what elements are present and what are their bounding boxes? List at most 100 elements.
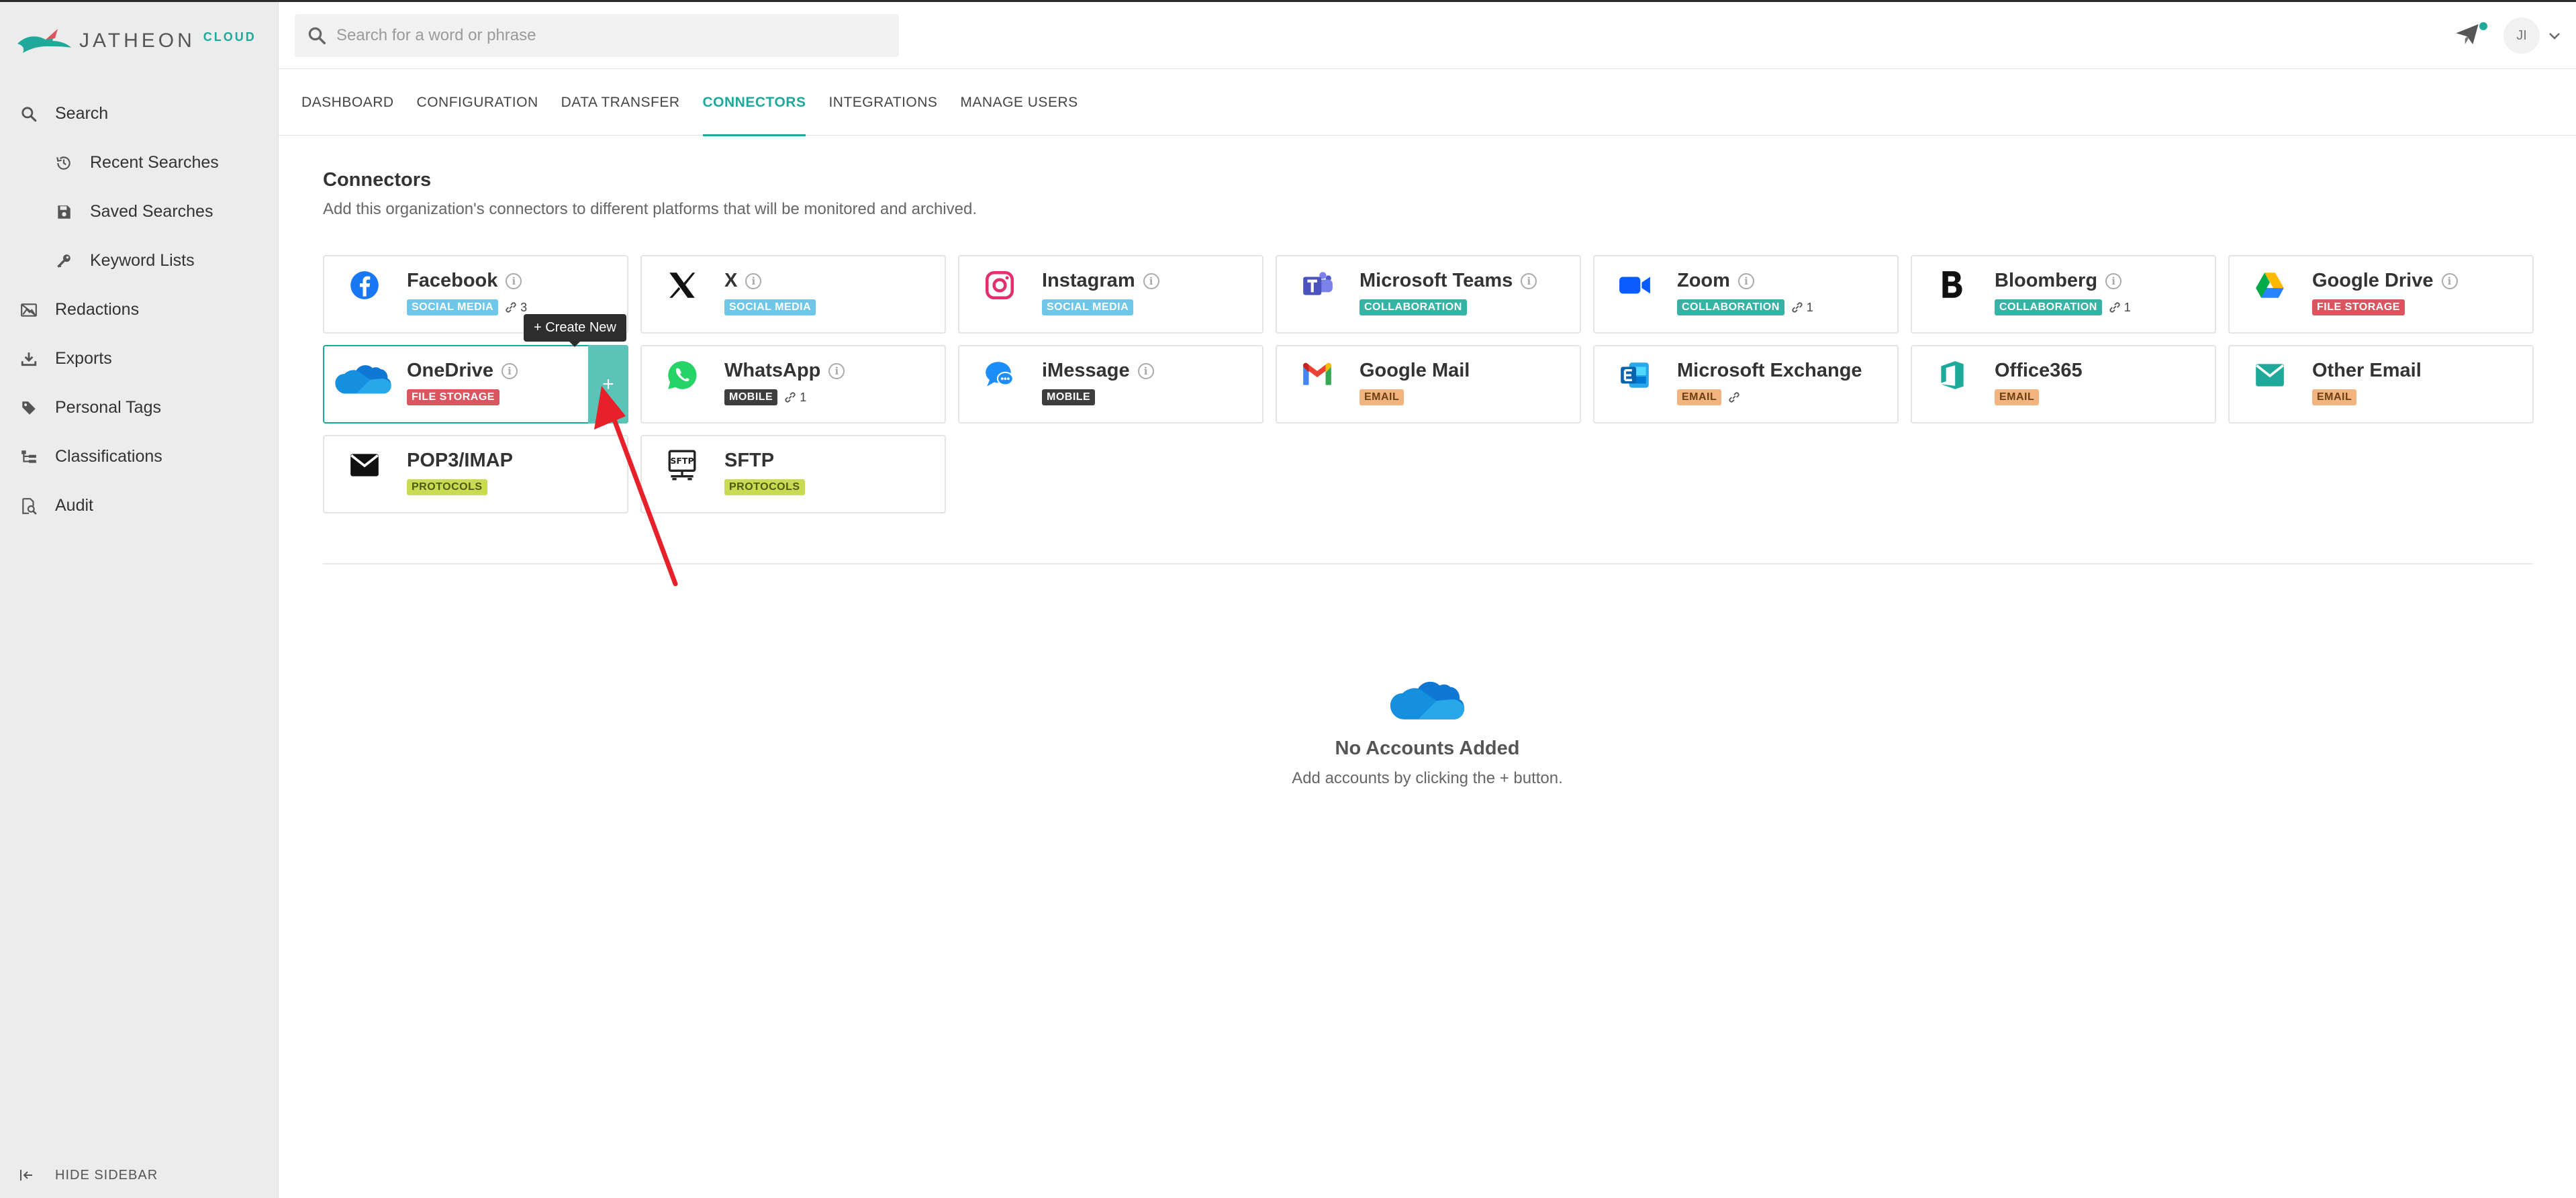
sidebar-item-redactions[interactable]: Redactions — [0, 285, 279, 334]
info-icon[interactable]: i — [1521, 272, 1537, 289]
sidebar-item-label: Search — [55, 104, 109, 123]
info-icon[interactable]: i — [1143, 272, 1159, 289]
key-icon — [54, 251, 74, 271]
empty-state-subtitle: Add accounts by clicking the + button. — [1292, 769, 1563, 787]
connector-card-google-drive[interactable]: Google Drive i FILE STORAGE — [2228, 255, 2534, 334]
chevron-down-icon[interactable] — [2546, 28, 2563, 44]
audit-icon — [19, 496, 39, 516]
sidebar-item-audit[interactable]: Audit — [0, 481, 279, 530]
info-icon[interactable]: i — [501, 362, 518, 379]
category-badge: FILE STORAGE — [2312, 299, 2405, 315]
user-avatar[interactable]: JI — [2503, 17, 2540, 54]
svg-text:SFTP: SFTP — [670, 456, 694, 466]
search-input[interactable] — [336, 26, 887, 45]
tab-manage-users[interactable]: MANAGE USERS — [960, 70, 1078, 136]
info-icon[interactable]: i — [828, 362, 845, 379]
category-badge: PROTOCOLS — [407, 479, 487, 495]
sidebar-item-label: Keyword Lists — [90, 251, 195, 270]
sidebar-item-label: Personal Tags — [55, 398, 161, 417]
tab-integrations[interactable]: INTEGRATIONS — [828, 70, 937, 136]
connector-card-imessage[interactable]: iMessage i MOBILE — [958, 345, 1263, 423]
connector-card-x[interactable]: Xi SOCIAL MEDIA — [640, 255, 946, 334]
create-new-tooltip: + Create New — [524, 314, 626, 347]
link-icon — [1792, 302, 1803, 313]
connector-card-pop3-imap[interactable]: POP3/IMAP PROTOCOLS — [323, 435, 628, 513]
info-icon[interactable]: i — [2105, 272, 2122, 289]
category-badge: MOBILE — [1042, 389, 1096, 405]
category-badge: COLLABORATION — [1677, 299, 1784, 315]
category-badge: SOCIAL MEDIA — [724, 299, 816, 315]
hide-sidebar-button[interactable]: HIDE SIDEBAR — [19, 1167, 158, 1183]
envelope-icon — [350, 454, 379, 477]
tab-configuration[interactable]: CONFIGURATION — [417, 70, 538, 136]
sidebar-item-exports[interactable]: Exports — [0, 334, 279, 383]
exchange-icon — [1621, 362, 1649, 388]
sidebar-item-saved-searches[interactable]: Saved Searches — [0, 187, 279, 236]
category-badge: FILE STORAGE — [407, 389, 499, 405]
linked-accounts-count: 1 — [783, 390, 806, 405]
connector-card-sftp[interactable]: SFTP SFTP PROTOCOLS — [640, 435, 946, 513]
redaction-icon — [19, 300, 39, 320]
category-badge: EMAIL — [1677, 389, 1722, 405]
connector-name: OneDrive — [407, 360, 493, 381]
section-divider — [323, 563, 2533, 564]
save-icon — [54, 202, 74, 222]
classification-icon — [19, 447, 39, 467]
whatsapp-icon — [668, 361, 697, 389]
app-logo[interactable]: JATHEON CLOUD — [16, 21, 256, 61]
info-icon[interactable]: i — [1737, 272, 1754, 289]
connector-name: Google Drive — [2312, 270, 2434, 291]
connector-grid: Facebook i SOCIAL MEDIA 3 Xi SOCIAL MEDIA … — [323, 255, 2534, 513]
category-badge: SOCIAL MEDIA — [1042, 299, 1134, 315]
link-count-value: 1 — [1806, 300, 1813, 314]
connector-card-office365[interactable]: Office365 EMAIL — [1911, 345, 2216, 423]
info-icon[interactable]: i — [506, 272, 522, 289]
tab-data-transfer[interactable]: DATA TRANSFER — [561, 70, 680, 136]
hide-sidebar-label: HIDE SIDEBAR — [55, 1167, 158, 1183]
global-search[interactable] — [295, 14, 899, 57]
add-account-button[interactable]: + — [588, 345, 628, 423]
sidebar-item-personal-tags[interactable]: Personal Tags — [0, 383, 279, 432]
category-badge: PROTOCOLS — [724, 479, 805, 495]
sidebar-item-classifications[interactable]: Classifications — [0, 432, 279, 481]
imessage-icon — [986, 362, 1014, 387]
connector-card-google-mail[interactable]: Google Mail EMAIL — [1276, 345, 1581, 423]
sftp-icon: SFTP — [668, 450, 696, 481]
category-badge: EMAIL — [1359, 389, 1404, 405]
linked-accounts-indicator — [1727, 390, 1744, 405]
sidebar-item-label: Audit — [55, 496, 93, 515]
sidebar-item-keyword-lists[interactable]: Keyword Lists — [0, 236, 279, 285]
tab-dashboard[interactable]: DASHBOARD — [301, 70, 394, 136]
email-icon — [2256, 364, 2284, 387]
info-icon[interactable]: i — [2441, 272, 2458, 289]
sidebar-item-search[interactable]: Search — [0, 89, 279, 138]
sidebar-item-recent-searches[interactable]: Recent Searches — [0, 138, 279, 187]
connector-card-other-email[interactable]: Other Email EMAIL — [2228, 345, 2534, 423]
facebook-icon — [350, 271, 379, 299]
tab-connectors[interactable]: CONNECTORS — [702, 70, 806, 136]
category-badge: SOCIAL MEDIA — [407, 299, 499, 315]
search-icon — [308, 27, 326, 44]
connector-card-microsoft-exchange[interactable]: Microsoft Exchange EMAIL — [1593, 345, 1899, 423]
search-icon — [19, 104, 39, 124]
connector-card-microsoft-teams[interactable]: Microsoft Teams i COLLABORATION — [1276, 255, 1581, 334]
connector-card-instagram[interactable]: Instagram i SOCIAL MEDIA — [958, 255, 1263, 334]
connector-card-bloomberg[interactable]: Bloomberg i COLLABORATION 1 — [1911, 255, 2216, 334]
info-icon[interactable]: i — [745, 272, 762, 289]
link-icon — [1729, 392, 1739, 403]
sidebar: JATHEON CLOUD Search Recent Searches Sav… — [0, 2, 279, 1198]
google-drive-icon — [2256, 272, 2284, 298]
connector-name: Microsoft Teams — [1359, 270, 1513, 291]
category-badge: EMAIL — [1995, 389, 2040, 405]
connector-name: POP3/IMAP — [407, 450, 513, 471]
connector-card-zoom[interactable]: Zoom i COLLABORATION 1 — [1593, 255, 1899, 334]
connector-card-onedrive[interactable]: OneDrive i FILE STORAGE + + Create New — [323, 314, 628, 423]
info-icon[interactable]: i — [1137, 362, 1154, 379]
sidebar-item-label: Saved Searches — [90, 202, 213, 221]
sidebar-item-label: Classifications — [55, 447, 162, 466]
zoom-icon — [1619, 277, 1650, 294]
notifications-button[interactable] — [2454, 21, 2487, 50]
header-actions: JI — [2454, 17, 2563, 54]
connector-card-whatsapp[interactable]: WhatsApp i MOBILE 1 — [640, 345, 946, 423]
connector-name: Microsoft Exchange — [1677, 360, 1862, 381]
